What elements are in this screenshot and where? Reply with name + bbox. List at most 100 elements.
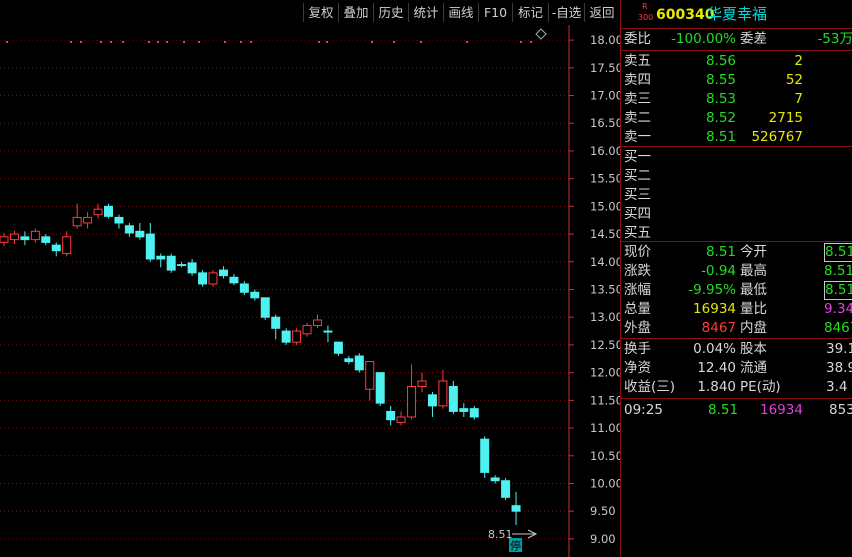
sell-volume: 52 bbox=[785, 72, 803, 88]
candle-body bbox=[239, 283, 249, 293]
y-tick-label: 16.00 bbox=[590, 144, 620, 158]
quote-row: 总量 16934 量比 9.34 bbox=[621, 300, 852, 319]
sell-level-label: 卖四 bbox=[624, 72, 651, 88]
buy-level-label: 买三 bbox=[624, 187, 651, 203]
toolbar-diejia-button[interactable]: 叠加 bbox=[339, 3, 373, 22]
quote-label: 现价 bbox=[624, 244, 651, 260]
candle-body bbox=[490, 477, 500, 482]
toolbar-huaxian-button[interactable]: 画线 bbox=[444, 3, 478, 22]
candle-body bbox=[30, 230, 40, 241]
toolbar-zixuan-button[interactable]: -自选 bbox=[549, 3, 584, 22]
candle-body bbox=[480, 438, 490, 473]
candle-body bbox=[218, 269, 228, 277]
quote-row: 涨跌 -0.94 最高 8.51 bbox=[621, 262, 852, 281]
candle-body bbox=[511, 505, 521, 512]
sell-level-label: 卖五 bbox=[624, 53, 651, 69]
sell-volume: 7 bbox=[794, 91, 803, 107]
buy-row: 买四 bbox=[621, 205, 852, 224]
y-tick-label: 9.00 bbox=[590, 532, 616, 546]
quote-value: 8.51 bbox=[824, 281, 852, 300]
fundamental-label: PE(动) bbox=[740, 379, 781, 395]
divider bbox=[621, 50, 852, 51]
fundamental-label: 收益(三) bbox=[624, 379, 676, 395]
sell-price: 8.53 bbox=[705, 91, 736, 107]
candle-body bbox=[333, 341, 343, 354]
toolbar-fuquan-button[interactable]: 复权 bbox=[304, 3, 338, 22]
marker-dot bbox=[100, 41, 102, 43]
fundamental-label: 流通 bbox=[740, 360, 767, 376]
candle-body bbox=[0, 236, 9, 243]
candle-body bbox=[469, 408, 479, 418]
candle-body bbox=[386, 410, 396, 421]
toolbar-fanhui-button[interactable]: 返回 bbox=[585, 3, 619, 22]
candle-body bbox=[459, 408, 469, 412]
weibi-label: 委比 bbox=[624, 31, 651, 47]
marker-dot bbox=[393, 41, 395, 43]
marker-dot bbox=[183, 41, 185, 43]
marker-dot bbox=[371, 41, 373, 43]
weicha-value: -53万 bbox=[817, 31, 852, 47]
quote-value: 8467 bbox=[701, 320, 736, 336]
sell-volume: 2715 bbox=[768, 110, 803, 126]
marker-dot bbox=[157, 41, 159, 43]
diamond-icon bbox=[535, 28, 547, 40]
divider bbox=[621, 28, 852, 29]
y-tick-label: 9.50 bbox=[590, 504, 616, 518]
quote-value: -0.94 bbox=[701, 263, 736, 279]
fundamental-value: 1.840 bbox=[697, 379, 736, 395]
candle-body bbox=[187, 262, 197, 274]
marker-dot bbox=[240, 41, 242, 43]
fundamental-row: 换手 0.04%股本 39.1亿 bbox=[621, 340, 852, 359]
marker-dot bbox=[6, 41, 8, 43]
stock-code: 600340 bbox=[656, 7, 715, 23]
quote-label: 最高 bbox=[740, 263, 767, 279]
toolbar-lishi-button[interactable]: 历史 bbox=[374, 3, 408, 22]
toolbar-biaoji-button[interactable]: 标记 bbox=[513, 3, 548, 22]
candle-body bbox=[114, 216, 124, 224]
marker-dot bbox=[326, 41, 328, 43]
y-tick-label: 17.50 bbox=[590, 61, 620, 75]
buy-row: 买一 bbox=[621, 148, 852, 167]
candle-body bbox=[62, 236, 72, 254]
marker-dot bbox=[520, 41, 522, 43]
last-price-label: 8.51 bbox=[488, 528, 513, 541]
toolbar-tongji-button[interactable]: 统计 bbox=[409, 3, 443, 22]
toolbar-separator bbox=[548, 3, 549, 22]
badge-300: 300 bbox=[638, 13, 654, 22]
toolbar-f10-button[interactable]: F10 bbox=[479, 3, 512, 22]
toolbar-separator bbox=[512, 3, 513, 22]
candle-body bbox=[72, 216, 82, 227]
candle-body bbox=[271, 316, 281, 329]
quote-label: 最低 bbox=[740, 282, 767, 298]
quote-value: -9.95% bbox=[688, 282, 736, 298]
sell-price: 8.51 bbox=[705, 129, 736, 145]
fundamental-value: 39.1亿 bbox=[826, 341, 852, 357]
tick-volume: 16934 bbox=[760, 402, 803, 418]
quote-label: 外盘 bbox=[624, 320, 651, 336]
tick-row: 09:25 8.51 16934 853 bbox=[621, 401, 852, 420]
marker-dot bbox=[466, 41, 468, 43]
fundamental-value: 12.40 bbox=[697, 360, 736, 376]
candle-body bbox=[448, 385, 458, 412]
candle-body bbox=[208, 272, 218, 285]
y-tick-label: 18.00 bbox=[590, 33, 620, 47]
y-tick-label: 14.50 bbox=[590, 227, 620, 241]
quote-row: 外盘8467内盘8467 bbox=[621, 319, 852, 338]
buy-level-label: 买一 bbox=[624, 149, 651, 165]
sell-level-label: 卖一 bbox=[624, 129, 651, 145]
stock-name: 华夏幸福 bbox=[707, 5, 768, 23]
candle-body bbox=[281, 330, 291, 343]
quote-value: 8.51 bbox=[824, 243, 852, 262]
sell-level-label: 卖三 bbox=[624, 91, 651, 107]
toolbar-separator bbox=[338, 3, 339, 22]
marker-dot bbox=[530, 41, 532, 43]
candle-body bbox=[145, 233, 155, 260]
quote-value: 8.51 bbox=[705, 244, 736, 260]
candle-body bbox=[124, 225, 134, 234]
candle-body bbox=[417, 380, 427, 387]
candle-body bbox=[51, 244, 61, 252]
tick-time: 09:25 bbox=[624, 402, 663, 418]
candle-body bbox=[41, 236, 51, 243]
candle-body bbox=[427, 394, 437, 407]
sell-level-label: 卖二 bbox=[624, 110, 651, 126]
